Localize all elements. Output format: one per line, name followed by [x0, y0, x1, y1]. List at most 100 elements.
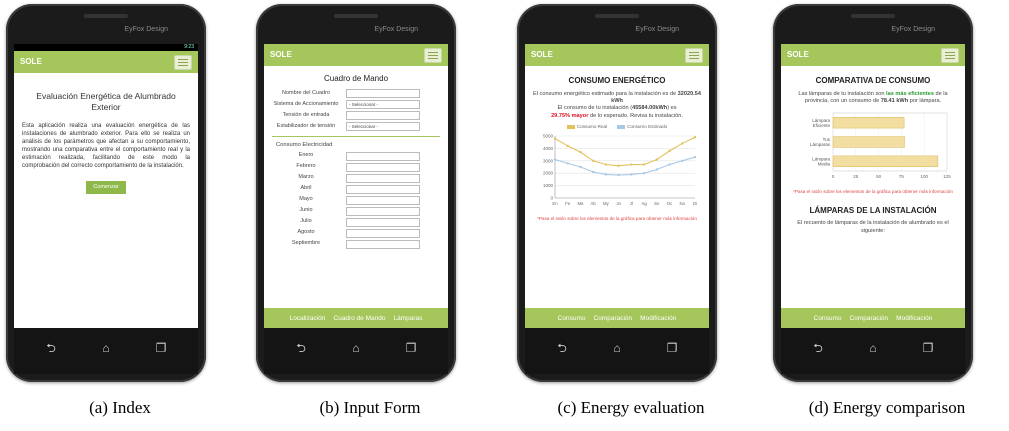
- month-row: Febrero: [272, 162, 440, 172]
- month-input[interactable]: [346, 228, 420, 238]
- consumption-title: CONSUMO ENERGÉTICO: [568, 76, 666, 85]
- phone-screen: SOLE CONSUMO ENERGÉTICO El consumo energ…: [525, 44, 709, 328]
- field-row: Tensión de entrada: [272, 110, 440, 120]
- speaker-grille: [851, 14, 895, 18]
- month-label: Julio: [300, 218, 312, 225]
- phone-frame: EyFox Design SOLE COMPARATIVA DE CONSUMO…: [773, 4, 973, 382]
- month-input[interactable]: [346, 195, 420, 205]
- menu-button[interactable]: [685, 48, 703, 63]
- home-icon[interactable]: ⌂: [608, 342, 626, 354]
- month-label: Mayo: [299, 196, 313, 203]
- month-input[interactable]: [346, 217, 420, 227]
- x-tick-label: Fe: [565, 201, 571, 206]
- intro-text: Esta aplicación realiza una evaluación e…: [22, 122, 190, 170]
- nav-consumption[interactable]: Consumo: [558, 315, 586, 322]
- name-input[interactable]: [346, 88, 420, 98]
- x-tick-label: No: [680, 201, 686, 206]
- app-bar: SOLE: [781, 44, 965, 66]
- home-icon[interactable]: ⌂: [347, 342, 365, 354]
- summary-text: El consumo de tu instalación (: [557, 105, 633, 112]
- category-label: Lámparas: [810, 142, 831, 147]
- phone-screen: 9:23 SOLE Evaluación Energética de Alumb…: [14, 44, 198, 328]
- phone-frame: EyFox Design SOLE Cuadro de Mando Nombre…: [256, 4, 456, 382]
- divider: [272, 135, 440, 137]
- back-icon[interactable]: ⮌: [553, 342, 571, 354]
- menu-button[interactable]: [424, 48, 442, 63]
- recent-apps-icon[interactable]: ❐: [663, 342, 681, 354]
- activation-select[interactable]: - Seleccionar -: [346, 99, 420, 109]
- month-input[interactable]: [346, 162, 420, 172]
- nav-comparison[interactable]: Comparación: [850, 315, 889, 322]
- app-title: SOLE: [531, 50, 553, 59]
- month-input[interactable]: [346, 184, 420, 194]
- y-tick-label: 4000: [543, 146, 554, 151]
- month-input[interactable]: [346, 206, 420, 216]
- hover-note: *Pasa el ratón sobre los elementos de la…: [537, 216, 697, 222]
- nav-modification[interactable]: Modificación: [896, 315, 932, 322]
- data-point: [553, 137, 557, 140]
- bottom-nav: Consumo Comparación Modificación: [525, 308, 709, 328]
- x-tick-label: Ag: [641, 201, 647, 206]
- field-row: Nombre del Cuadro: [272, 88, 440, 98]
- field-row: Sistema de Accionamiento - Seleccionar -: [272, 99, 440, 109]
- system-nav-bar: ⮌ ⌂ ❐: [525, 328, 709, 374]
- system-nav-bar: ⮌ ⌂ ❐: [264, 328, 448, 374]
- menu-button[interactable]: [941, 48, 959, 63]
- x-tick-label: My: [603, 201, 610, 206]
- summary-text: El consumo energético estimado para la i…: [533, 90, 677, 97]
- category-label: Eficiente: [813, 123, 831, 128]
- stabilizer-select[interactable]: - Seleccionar -: [346, 121, 420, 131]
- nav-location[interactable]: Localización: [290, 315, 326, 322]
- home-icon[interactable]: ⌂: [864, 342, 882, 354]
- app-title: SOLE: [20, 57, 42, 66]
- summary-text: de lo esperado. Revisa tu instalación.: [589, 112, 683, 119]
- month-label: Septiembre: [291, 240, 321, 247]
- menu-button[interactable]: [174, 55, 192, 70]
- system-nav-bar: ⮌ ⌂ ❐: [781, 328, 965, 374]
- back-icon[interactable]: ⮌: [42, 342, 60, 354]
- recent-apps-icon[interactable]: ❐: [919, 342, 937, 354]
- back-icon[interactable]: ⮌: [809, 342, 827, 354]
- comparison-title: COMPARATIVA DE CONSUMO: [815, 76, 931, 85]
- x-tick-label: Di: [693, 201, 697, 206]
- month-input[interactable]: [346, 239, 420, 249]
- x-tick-label: 100: [920, 174, 928, 179]
- consumption-line-chart[interactable]: 0 1000 2000 3000 4000 5000 En Fe Ma Ab My Jn Jl Ag Se O…: [533, 130, 701, 210]
- voltage-input[interactable]: [346, 110, 420, 120]
- difference-value: 29.75% mayor: [551, 112, 589, 119]
- month-row: Mayo: [272, 195, 440, 205]
- nav-comparison[interactable]: Comparación: [594, 315, 633, 322]
- x-tick-label: Jn: [616, 201, 621, 206]
- month-label: Abril: [300, 185, 312, 192]
- comparison-bar-chart[interactable]: 0 25 50 75 100 125LámparaEficienteTusLámparas…: [789, 105, 957, 183]
- consumption-summary: El consumo energético estimado para la i…: [533, 91, 701, 120]
- recent-apps-icon[interactable]: ❐: [152, 342, 170, 354]
- phone-screen: SOLE Cuadro de Mando Nombre del Cuadro S…: [264, 44, 448, 328]
- month-input[interactable]: [346, 173, 420, 183]
- recent-apps-icon[interactable]: ❐: [402, 342, 420, 354]
- bar: [832, 155, 939, 168]
- month-input[interactable]: [346, 151, 420, 161]
- speaker-grille: [595, 14, 639, 18]
- home-icon[interactable]: ⌂: [97, 342, 115, 354]
- nav-consumption[interactable]: Consumo: [814, 315, 842, 322]
- field-row: Estabilizador de tensión - Seleccionar -: [272, 121, 440, 131]
- status-bar: 9:23: [14, 44, 198, 51]
- data-point: [655, 158, 659, 161]
- series-line: [554, 136, 696, 167]
- phone-frame: EyFox Design 9:23 SOLE Evaluación Energé…: [6, 4, 206, 382]
- app-title: SOLE: [787, 50, 809, 59]
- caption: (d) Energy comparison: [808, 398, 966, 417]
- y-tick-label: 3000: [543, 158, 554, 163]
- field-label: Estabilizador de tensión: [276, 122, 336, 129]
- nav-modification[interactable]: Modificación: [640, 315, 676, 322]
- nav-lamps[interactable]: Lámparas: [393, 315, 422, 322]
- month-label: Junio: [299, 207, 313, 214]
- x-tick-label: 0: [832, 174, 835, 179]
- data-point: [693, 136, 697, 139]
- start-button[interactable]: Comenzar: [86, 180, 126, 194]
- month-row: Marzo: [272, 173, 440, 183]
- month-row: Julio: [272, 217, 440, 227]
- nav-dashboard[interactable]: Cuadro de Mando: [333, 315, 385, 322]
- back-icon[interactable]: ⮌: [292, 342, 310, 354]
